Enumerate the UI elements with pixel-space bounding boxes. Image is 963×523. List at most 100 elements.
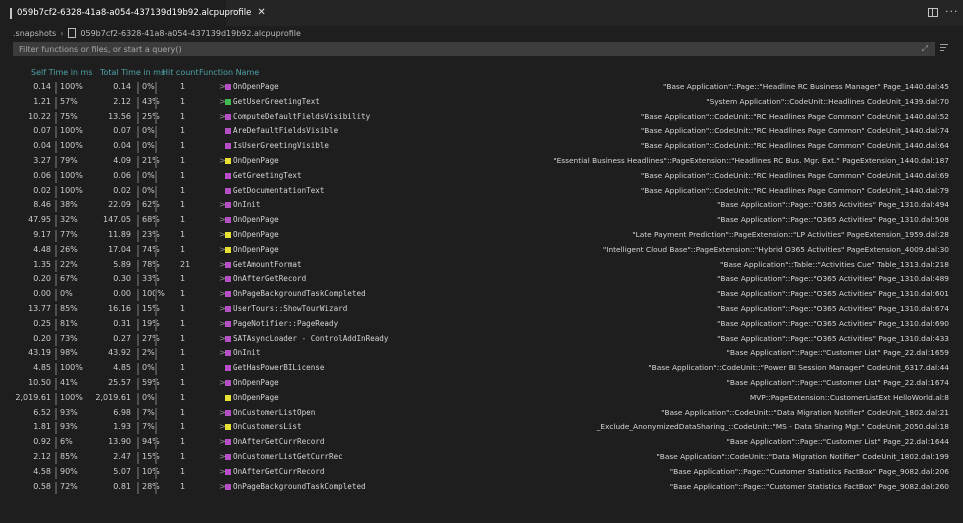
- table-row[interactable]: 1.35 22% 5.89 78% 21 > GetAmountFormat "Base Ap…: [0, 258, 963, 273]
- source-location-cell: "Base Application"::Page::"O365 Activiti…: [716, 318, 949, 328]
- table-row[interactable]: 1.81 93% 1.93 7% 1 > OnCustomersList _Exclude_A…: [0, 420, 963, 435]
- profile-table: 0.14 100% 0.14 0% 1 > OnOpenPage "Base Applicat…: [0, 80, 963, 494]
- column-separator: [155, 318, 157, 331]
- hit-count-cell: 1: [180, 126, 186, 136]
- table-row[interactable]: 0.04 100% 0.04 0% 1 IsUserGreetingVisible "Bas…: [0, 139, 963, 154]
- source-location-cell: "Base Application"::Page::"O365 Activiti…: [716, 303, 949, 313]
- category-color-swatch: [225, 468, 231, 475]
- total-time-cell: 43.92: [108, 348, 131, 358]
- more-actions-icon[interactable]: ···: [945, 5, 959, 18]
- column-function-name[interactable]: Function Name: [199, 68, 259, 77]
- table-row[interactable]: 0.06 100% 0.06 0% 1 GetGreetingText "Base Appl…: [0, 169, 963, 184]
- column-separator: [55, 407, 57, 420]
- table-row[interactable]: 4.85 100% 4.85 0% 1 GetHasPowerBILicense "Base…: [0, 361, 963, 376]
- filter-options-icon[interactable]: [940, 44, 948, 52]
- column-separator: [137, 185, 139, 198]
- expand-icon[interactable]: ⤢: [922, 44, 928, 54]
- table-row[interactable]: 0.00 0% 0.00 100% 1 > OnPageBackgroundTaskComp…: [0, 287, 963, 302]
- function-name-cell: OnAfterGetRecord: [233, 274, 307, 284]
- total-time-cell: 25.57: [108, 377, 131, 387]
- total-time-cell: 0.04: [113, 141, 131, 151]
- table-row[interactable]: 0.07 100% 0.07 0% 1 AreDefaultFieldsVisible "B…: [0, 124, 963, 139]
- column-separator: [155, 481, 157, 494]
- table-row[interactable]: 2.12 85% 2.47 15% 1 > OnCustomerListGetCurrRec…: [0, 450, 963, 465]
- table-row[interactable]: 47.95 32% 147.05 68% 1 > OnOpenPage "Base Appli…: [0, 213, 963, 228]
- self-percent-cell: 100%: [60, 170, 83, 180]
- table-row[interactable]: 3.27 79% 4.09 21% 1 > OnOpenPage "Essential Bus…: [0, 154, 963, 169]
- total-percent-cell: 23%: [142, 229, 160, 239]
- hit-count-cell: 1: [180, 155, 186, 165]
- hit-count-cell: 1: [180, 289, 186, 299]
- column-separator: [137, 348, 139, 361]
- source-location-cell: "Base Application"::Page::"Customer List…: [726, 348, 949, 358]
- table-row[interactable]: 0.20 73% 0.27 27% 1 > SATAsyncLoader - Control…: [0, 332, 963, 347]
- function-name-cell: OnOpenPage: [233, 82, 279, 91]
- total-time-cell: 4.09: [113, 155, 131, 165]
- category-color-swatch: [225, 113, 231, 120]
- column-separator: [137, 215, 139, 228]
- table-row[interactable]: 13.77 85% 16.16 15% 1 > UserTours::ShowTourWiz…: [0, 302, 963, 317]
- table-row[interactable]: 10.22 75% 13.56 25% 1 > ComputeDefaultFieldsVi…: [0, 110, 963, 125]
- table-row[interactable]: 1.21 57% 2.12 43% 1 > GetUserGreetingText "Syst…: [0, 95, 963, 110]
- table-row[interactable]: 0.02 100% 0.02 0% 1 GetDocumentationText "Base…: [0, 184, 963, 199]
- table-row[interactable]: 9.17 77% 11.89 23% 1 > OnOpenPage "Late Payment…: [0, 228, 963, 243]
- total-time-cell: 0.27: [113, 333, 131, 343]
- table-row[interactable]: 0.14 100% 0.14 0% 1 > OnOpenPage "Base Applicat…: [0, 80, 963, 95]
- self-percent-cell: 57%: [60, 96, 78, 106]
- column-hit-count[interactable]: Hit count: [162, 68, 199, 77]
- column-separator: [55, 451, 57, 464]
- self-time-cell: 0.25: [33, 318, 51, 328]
- column-separator: [55, 289, 57, 302]
- column-separator: [137, 289, 139, 302]
- column-total-time[interactable]: Total Time in ms: [100, 68, 165, 77]
- self-time-cell: 9.17: [33, 229, 51, 239]
- close-icon[interactable]: ✕: [257, 8, 265, 18]
- table-row[interactable]: 0.20 67% 0.30 33% 1 > OnAfterGetRecord "Base Ap…: [0, 272, 963, 287]
- column-separator: [137, 377, 139, 390]
- filter-input[interactable]: [19, 44, 899, 55]
- breadcrumb-folder[interactable]: .snapshots: [13, 29, 56, 38]
- table-row[interactable]: 10.50 41% 25.57 59% 1 > OnOpenPage "Base Applic…: [0, 376, 963, 391]
- self-percent-cell: 100%: [60, 363, 83, 373]
- table-row[interactable]: 8.46 38% 22.09 62% 1 > OnInit "Base Application…: [0, 198, 963, 213]
- table-row[interactable]: 2,019.61 100% 2,019.61 0% 1 OnOpenPage MVP::Pa…: [0, 391, 963, 406]
- editor-tab-bar: 059b7cf2-6328-41a8-a054-437139d19b92.alc…: [0, 0, 963, 26]
- function-name-cell: GetAmountFormat: [233, 259, 302, 269]
- column-separator: [155, 377, 157, 390]
- self-time-cell: 2.12: [33, 451, 51, 461]
- column-separator: [155, 141, 157, 154]
- self-time-cell: 4.85: [33, 363, 51, 373]
- editor-tab[interactable]: 059b7cf2-6328-41a8-a054-437139d19b92.alc…: [0, 0, 266, 26]
- table-row[interactable]: 43.19 98% 43.92 2% 1 > OnInit "Base Application…: [0, 346, 963, 361]
- category-color-swatch: [225, 217, 231, 224]
- column-self-time[interactable]: Self Time in ms: [31, 68, 93, 77]
- total-time-cell: 13.56: [108, 111, 131, 121]
- split-editor-icon[interactable]: [928, 8, 938, 17]
- table-row[interactable]: 0.92 6% 13.90 94% 1 > OnAfterGetCurrRecord "Bas…: [0, 435, 963, 450]
- hit-count-cell: 1: [180, 170, 186, 180]
- self-percent-cell: 6%: [60, 437, 73, 447]
- column-separator: [55, 274, 57, 287]
- source-location-cell: _Exclude_AnonymizedDataSharing_::CodeUni…: [596, 422, 949, 432]
- self-percent-cell: 77%: [60, 229, 78, 239]
- total-percent-cell: 78%: [142, 259, 160, 269]
- source-location-cell: "Base Application"::CodeUnit::"RC Headli…: [640, 126, 949, 136]
- total-time-cell: 1.93: [113, 422, 131, 432]
- self-percent-cell: 98%: [60, 348, 78, 358]
- total-time-cell: 2.12: [113, 96, 131, 106]
- category-color-swatch: [225, 320, 231, 327]
- self-percent-cell: 100%: [60, 392, 83, 402]
- hit-count-cell: 1: [180, 111, 186, 121]
- table-row[interactable]: 0.58 72% 0.81 28% 1 > OnPageBackgroundTaskComp…: [0, 480, 963, 495]
- column-separator: [155, 155, 157, 168]
- column-separator: [55, 363, 57, 376]
- column-separator: [155, 244, 157, 257]
- breadcrumb-file[interactable]: 059b7cf2-6328-41a8-a054-437139d19b92.alc…: [80, 29, 301, 38]
- category-color-swatch: [225, 409, 231, 416]
- total-time-cell: 2,019.61: [95, 392, 131, 402]
- total-time-cell: 0.06: [113, 170, 131, 180]
- table-row[interactable]: 4.58 90% 5.07 10% 1 > OnAfterGetCurrRecord "Bas…: [0, 465, 963, 480]
- table-row[interactable]: 6.52 93% 6.98 7% 1 > OnCustomerListOpen "Base A…: [0, 406, 963, 421]
- table-row[interactable]: 4.48 26% 17.04 74% 1 > OnOpenPage "Intelligent …: [0, 243, 963, 258]
- table-row[interactable]: 0.25 81% 0.31 19% 1 > PageNotifier::PageReady "…: [0, 317, 963, 332]
